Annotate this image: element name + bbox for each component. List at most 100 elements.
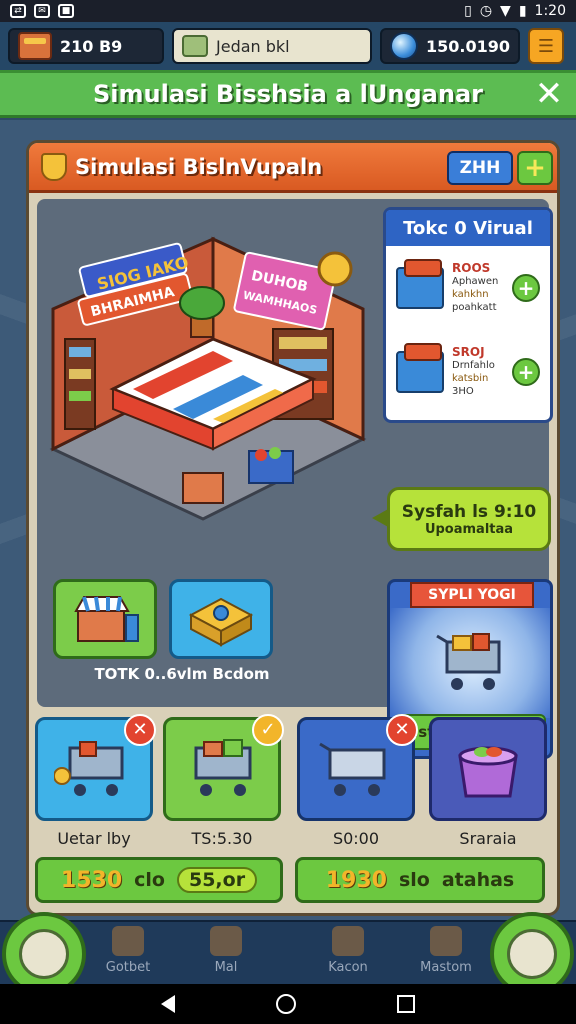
action-value: 1930	[325, 867, 387, 893]
recent-apps-icon[interactable]	[397, 995, 416, 1013]
header-badge[interactable]: ZHH	[447, 151, 513, 185]
speech-bubble[interactable]: Sysfah ls 9:10 Upoamaltaa	[372, 487, 551, 551]
cart-slot[interactable]: ✕	[297, 714, 418, 821]
coins-value: 210 B9	[60, 36, 123, 56]
bedroom-tile[interactable]	[169, 579, 273, 659]
shopping-cart-icon	[54, 741, 124, 796]
user-profile[interactable]: Jedan bkl	[172, 28, 372, 64]
nav-label: Kacon	[328, 960, 368, 975]
toko-item-line: 3HO	[452, 386, 474, 397]
toko-item-line: poahkatt	[452, 302, 497, 313]
toko-virtual-card: Tokc 0 Virual ROOS Aphawen kahkhn poahka…	[383, 207, 553, 423]
action-bar-left[interactable]: 1530 clo 55,or	[35, 857, 283, 903]
gems-value: 150.0190	[425, 36, 510, 56]
system-nav-bar	[0, 984, 576, 1024]
toko-item-code: ROOS	[452, 261, 491, 275]
store-illustration[interactable]: SIOG IAKO BHRAIMHA DUHOB WAMHHAOS	[43, 219, 373, 529]
action-bar-right[interactable]: 1930 slo atahas	[295, 857, 545, 903]
toko-title: Tokc 0 Virual	[386, 210, 550, 246]
cart-slot[interactable]: ✓	[163, 714, 284, 821]
nav-item-mal[interactable]: Mal	[186, 926, 266, 975]
upgrade-art	[390, 608, 550, 718]
wifi-icon: ▼	[500, 3, 511, 19]
notification-icon: ⇄	[10, 4, 26, 18]
nav-label: Mastom	[420, 960, 472, 975]
alarm-icon: ◷	[479, 3, 493, 19]
back-icon[interactable]	[160, 995, 175, 1013]
gems-counter[interactable]: 150.0190	[380, 28, 520, 64]
close-button[interactable]: ✕	[534, 77, 564, 111]
coin-icon	[317, 251, 353, 287]
remove-badge[interactable]: ✕	[124, 714, 156, 746]
upgrade-ribbon: SYPLI YOGI	[410, 582, 534, 608]
person-icon	[332, 926, 364, 956]
remove-badge[interactable]: ✕	[386, 714, 418, 746]
store-tile[interactable]	[53, 579, 157, 659]
tools-icon	[430, 926, 462, 956]
shopping-cart-icon	[436, 633, 501, 690]
panel-header: Simulasi BislnVupaln ZHH +	[29, 143, 557, 193]
basket-icon	[112, 926, 144, 956]
storage-box-icon	[458, 746, 518, 798]
map-icon	[19, 929, 69, 979]
toko-item[interactable]: SROJ Drnfahlo katsbin 3HO +	[386, 330, 550, 414]
cart-label: Uetar lby	[57, 829, 131, 848]
title-banner: Simulasi Bisshsia a lUnganar ✕	[0, 70, 576, 118]
main-panel: Simulasi BislnVupaln ZHH + SIOG IAKO BHR…	[26, 140, 560, 916]
signal-icon: ▮	[518, 3, 527, 19]
crate-icon	[396, 259, 444, 309]
nav-label: Mal	[214, 960, 238, 975]
app-icon: ■	[58, 4, 74, 18]
mail-icon: ✉	[34, 4, 50, 18]
cart-label: S0:00	[332, 829, 380, 848]
cart-label: Sraraia	[459, 829, 517, 848]
menu-icon: ☰	[537, 35, 555, 57]
nav-item-kacon[interactable]: Kacon	[308, 926, 388, 975]
crate-icon	[396, 343, 444, 393]
shopping-bag-icon	[507, 929, 557, 979]
avatar-icon	[182, 35, 208, 57]
toko-item-line: Aphawen	[452, 276, 499, 287]
action-text: slo	[398, 869, 430, 891]
nav-item-gotbet[interactable]: Gotbet	[88, 926, 168, 975]
cart-slot[interactable]: ✕	[35, 714, 156, 821]
action-pill: 55,or	[176, 867, 258, 893]
game-nav-bar: Gotbet Mal Kacon Mastom	[0, 912, 576, 996]
status-bar: ⇄ ✉ ■ ▯ ◷ ▼ ▮ 1:20	[0, 0, 576, 22]
add-item-button[interactable]: +	[512, 358, 540, 386]
chest-icon	[18, 32, 52, 60]
nav-item-mastom[interactable]: Mastom	[406, 926, 486, 975]
speech-line-1: Sysfah ls 9:10	[401, 501, 537, 522]
bag-icon	[210, 926, 242, 956]
add-button[interactable]: +	[517, 151, 553, 185]
gem-icon	[390, 32, 418, 60]
panel-title: Simulasi BislnVupaln	[75, 154, 323, 179]
confirm-badge[interactable]: ✓	[252, 714, 284, 746]
user-name: Jedan bkl	[216, 36, 290, 56]
toko-item[interactable]: ROOS Aphawen kahkhn poahkatt +	[386, 246, 550, 330]
home-icon[interactable]	[275, 994, 296, 1014]
toko-item-code: SROJ	[452, 345, 485, 359]
cart-label: TS:5.30	[191, 829, 253, 848]
nav-label: Gotbet	[105, 960, 151, 975]
shopping-cart-icon	[319, 742, 386, 796]
play-area: SIOG IAKO BHRAIMHA DUHOB WAMHHAOS Tokc 0…	[37, 199, 553, 759]
storage-slot[interactable]	[429, 717, 547, 821]
action-text: clo	[134, 869, 165, 891]
toko-item-line: kahkhn	[452, 289, 489, 300]
shopping-cart-icon	[194, 739, 252, 796]
toko-item-line: katsbin	[452, 373, 489, 384]
shop-icon	[74, 596, 139, 642]
toko-item-line: Drnfahlo	[452, 360, 495, 371]
status-time: 1:20	[534, 3, 566, 19]
vibrate-icon: ▯	[464, 3, 472, 19]
coins-counter[interactable]: 210 B9	[8, 28, 164, 64]
add-item-button[interactable]: +	[512, 274, 540, 302]
trophy-icon	[41, 152, 67, 181]
action-text: atahas	[441, 869, 515, 891]
action-value: 1530	[60, 867, 123, 893]
menu-button[interactable]: ☰	[528, 28, 564, 64]
tiles-label: TOTK 0..6vlm Bcdom	[94, 665, 270, 683]
package-icon	[188, 597, 254, 647]
resource-bar: 210 B9 Jedan bkl 150.0190 ☰	[0, 22, 576, 70]
